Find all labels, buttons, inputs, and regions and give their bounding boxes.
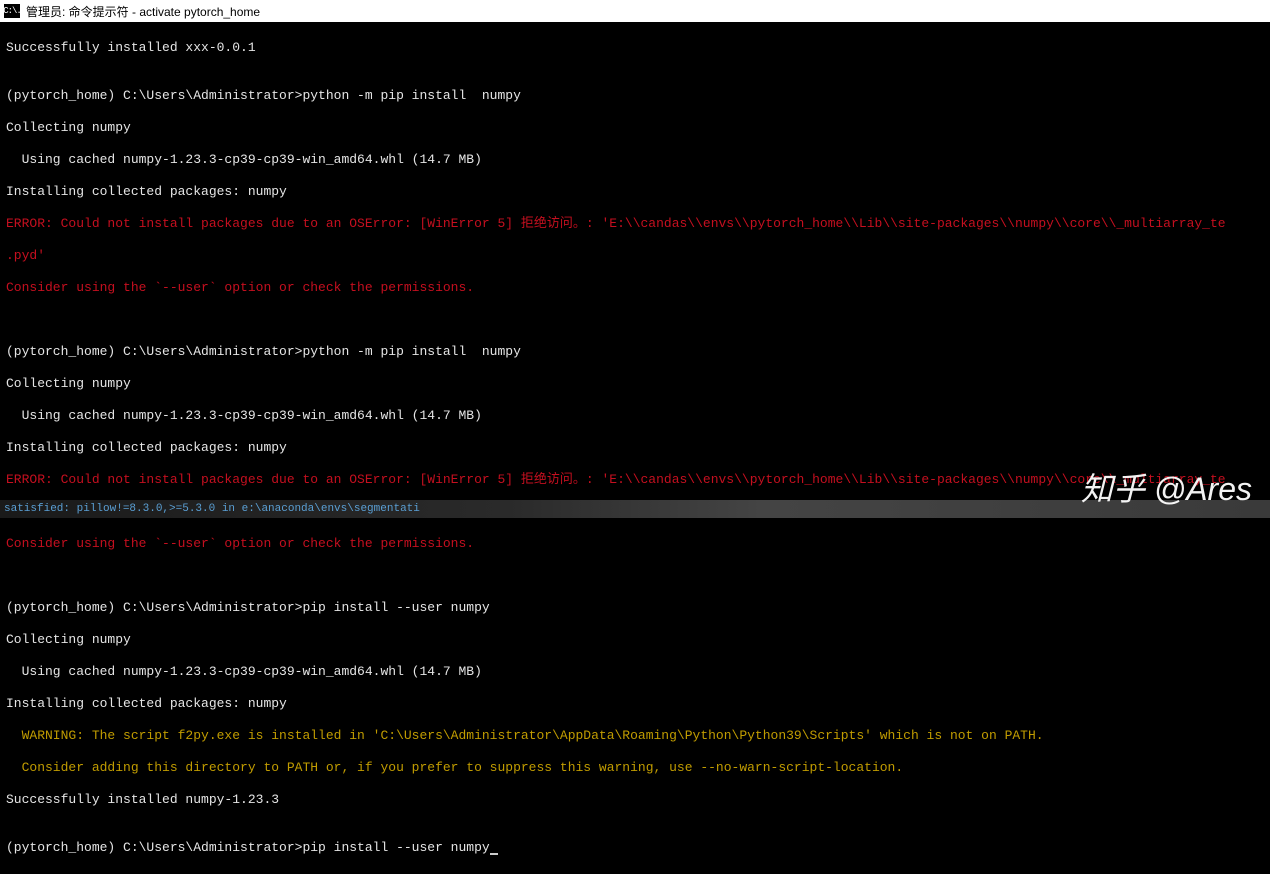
output-line: Using cached numpy-1.23.3-cp39-cp39-win_…	[6, 152, 1264, 168]
error-line: .pyd'	[6, 248, 1264, 264]
prompt-line: (pytorch_home) C:\Users\Administrator>py…	[6, 344, 1264, 360]
output-line: Successfully installed numpy-1.23.3	[6, 792, 1264, 808]
prompt-line: (pytorch_home) C:\Users\Administrator>pi…	[6, 840, 1264, 856]
window-titlebar: C:\. 管理员: 命令提示符 - activate pytorch_home	[0, 0, 1270, 22]
error-line: Consider using the `--user` option or ch…	[6, 536, 1264, 552]
output-line: Using cached numpy-1.23.3-cp39-cp39-win_…	[6, 408, 1264, 424]
output-line: Collecting numpy	[6, 120, 1264, 136]
background-terminal-strip: satisfied: pillow!=8.3.0,>=5.3.0 in e:\a…	[0, 500, 1270, 518]
background-text: satisfied: pillow!=8.3.0,>=5.3.0 in e:\a…	[4, 503, 420, 515]
window-title: 管理员: 命令提示符 - activate pytorch_home	[26, 3, 260, 20]
terminal-output[interactable]: Successfully installed xxx-0.0.1 (pytorc…	[0, 22, 1270, 874]
output-line: Installing collected packages: numpy	[6, 440, 1264, 456]
output-line: Successfully installed xxx-0.0.1	[6, 40, 1264, 56]
warning-line: Consider adding this directory to PATH o…	[6, 760, 1264, 776]
error-line: ERROR: Could not install packages due to…	[6, 472, 1264, 488]
error-line: ERROR: Could not install packages due to…	[6, 216, 1264, 232]
prompt-line: (pytorch_home) C:\Users\Administrator>pi…	[6, 600, 1264, 616]
output-line: Using cached numpy-1.23.3-cp39-cp39-win_…	[6, 664, 1264, 680]
output-line: Installing collected packages: numpy	[6, 184, 1264, 200]
output-line: Installing collected packages: numpy	[6, 696, 1264, 712]
error-line: Consider using the `--user` option or ch…	[6, 280, 1264, 296]
output-line: Collecting numpy	[6, 632, 1264, 648]
output-line: Collecting numpy	[6, 376, 1264, 392]
cursor	[490, 853, 498, 855]
prompt-line: (pytorch_home) C:\Users\Administrator>py…	[6, 88, 1264, 104]
cmd-icon: C:\.	[4, 4, 20, 18]
warning-line: WARNING: The script f2py.exe is installe…	[6, 728, 1264, 744]
